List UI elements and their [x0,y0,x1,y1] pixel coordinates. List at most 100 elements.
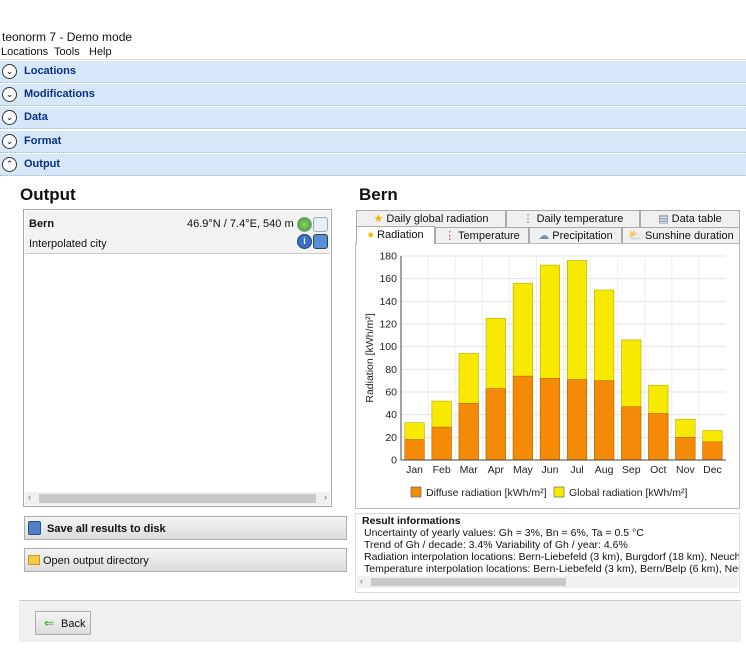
tab-label: Daily temperature [536,213,624,225]
x-tick-label: Apr [488,464,505,476]
tab-data-table[interactable]: ▤ Data table [640,210,740,227]
tab-radiation[interactable]: ● Radiation [356,226,435,244]
x-tick-label: Dec [703,464,722,476]
bar-diffuse [702,441,723,461]
window-title: teonorm 7 - Demo mode [2,30,133,44]
info-icon[interactable]: i [297,234,312,249]
scroll-thumb[interactable] [371,578,566,586]
x-tick-label: Jun [541,464,558,476]
x-tick-label: Nov [676,464,695,476]
section-data[interactable]: ⌄ Data [0,107,746,129]
chevron-up-icon: ⌃ [2,157,17,172]
section-label: Format [24,135,62,147]
back-label: Back [61,618,86,630]
y-tick-label: 0 [391,455,397,467]
chevron-down-icon: ⌄ [2,87,17,102]
y-tick-label: 160 [379,273,397,285]
section-format[interactable]: ⌄ Format [0,131,746,153]
bar-diffuse [648,413,669,461]
section-label: Data [24,111,48,123]
menu-tools[interactable]: Tools [54,46,80,58]
list-item[interactable]: Bern 46.9°N / 7.4°E, 540 m Interpolated … [25,211,330,254]
folder-icon [28,555,40,565]
star-icon: ★ [373,213,384,225]
scroll-left-icon[interactable]: ‹ [28,492,31,502]
bar-diffuse [594,380,615,461]
y-tick-label: 100 [379,341,397,353]
tab-label: Data table [671,213,722,225]
tab-precipitation[interactable]: ☁ Precipitation [529,227,622,244]
bar-diffuse [675,437,696,461]
x-tick-label: Jul [570,464,583,476]
title-bar: teonorm 7 - Demo mode [0,0,746,45]
x-tick-label: Jan [406,464,423,476]
chevron-down-icon: ⌄ [2,64,17,79]
bar-diffuse [512,375,533,461]
tab-label: Temperature [458,230,520,242]
bar-diffuse [431,426,452,461]
y-tick-label: 120 [379,319,397,331]
location-coords: 46.9°N / 7.4°E, 540 m [187,218,294,230]
location-type: Interpolated city [29,238,107,250]
section-modifications[interactable]: ⌄ Modifications [0,84,746,106]
legend-label: Diffuse radiation [kWh/m²] [426,487,547,499]
chevron-down-icon: ⌄ [2,110,17,125]
section-label: Locations [24,65,76,77]
footer-bar: ⇐ Back [19,600,741,642]
scroll-thumb[interactable] [39,494,316,503]
location-list[interactable]: Bern 46.9°N / 7.4°E, 540 m Interpolated … [23,209,332,507]
y-tick-label: 80 [385,364,397,376]
tab-daily-global-radiation[interactable]: ★ Daily global radiation [356,210,506,227]
section-output[interactable]: ⌃ Output [0,154,746,176]
legend-label: Global radiation [kWh/m²] [569,487,688,499]
thermometer-icon: ⋮ [522,213,534,225]
results-heading: Bern [359,185,398,204]
y-tick-label: 20 [385,432,397,444]
y-tick-label: 60 [385,387,397,399]
horizontal-scrollbar[interactable]: ‹ › [25,492,330,505]
tab-sunshine-duration[interactable]: ⛅ Sunshine duration [622,227,740,244]
y-tick-label: 180 [379,251,397,263]
bar-diffuse [458,403,479,461]
x-tick-label: Aug [595,464,614,476]
x-tick-label: Sep [622,464,641,476]
cloud-icon: ☁ [538,230,550,242]
sun-cloud-icon: ⛅ [628,230,642,242]
x-tick-label: Mar [460,464,479,476]
tab-label: Sunshine duration [645,230,734,242]
result-info-line: Temperature interpolation locations: Ber… [364,563,740,575]
tab-label: Radiation [377,229,424,241]
menu-help[interactable]: Help [89,46,112,58]
result-info-line: Trend of Gh / decade: 3.4% Variability o… [364,539,628,551]
info-horizontal-scrollbar[interactable]: ‹ [357,576,738,588]
globe-icon[interactable] [297,217,312,232]
open-output-label: Open output directory [43,555,149,567]
section-label: Output [24,158,61,170]
tab-label: Daily global radiation [386,213,489,225]
y-tick-label: 140 [379,296,397,308]
x-tick-label: May [513,464,534,476]
result-info-line: Radiation interpolation locations: Bern-… [364,551,740,563]
tab-daily-temperature[interactable]: ⋮ Daily temperature [506,210,640,227]
back-button[interactable]: ⇐ Back [35,611,91,635]
x-tick-label: Feb [433,464,451,476]
legend-swatch [553,486,565,498]
save-all-button[interactable]: Save all results to disk [24,516,347,540]
result-info-line: Uncertainty of yearly values: Gh = 3%, B… [364,527,644,539]
save-all-label: Save all results to disk [47,523,166,535]
section-locations[interactable]: ⌄ Locations [0,61,746,83]
thermometer-icon: ⋮ [444,230,456,242]
bar-diffuse [539,378,561,461]
scroll-left-icon[interactable]: ‹ [360,576,363,586]
save-icon[interactable] [313,234,328,249]
result-info-box: Result informations Uncertainty of yearl… [355,513,740,593]
result-info-title: Result informations [362,515,461,527]
open-output-dir-button[interactable]: Open output directory [24,548,347,572]
table-icon: ▤ [658,213,669,225]
tab-temperature[interactable]: ⋮ Temperature [435,227,529,244]
search-icon[interactable] [313,217,328,232]
menu-locations[interactable]: Locations [1,46,48,58]
y-axis-label: Radiation [kWh/m²] [364,313,376,402]
scroll-right-icon[interactable]: › [324,492,327,502]
bar-diffuse [621,406,642,461]
